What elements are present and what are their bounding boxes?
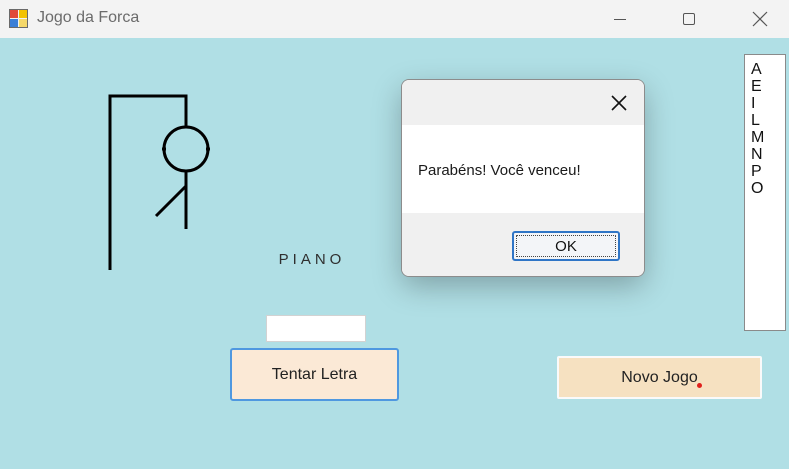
used-letter: P <box>751 163 762 180</box>
ok-button[interactable]: OK <box>512 231 620 261</box>
maximize-icon <box>683 13 695 25</box>
dialog-footer: OK <box>402 213 644 276</box>
used-letter: E <box>751 78 762 95</box>
used-letter: N <box>751 146 763 163</box>
close-icon <box>752 11 768 27</box>
letter-input[interactable] <box>266 315 366 342</box>
mouse-cursor-indicator <box>697 383 702 388</box>
dialog-body: Parabéns! Você venceu! <box>402 125 644 213</box>
maximize-button[interactable] <box>666 0 712 38</box>
hangman-drawing <box>108 94 210 270</box>
close-button[interactable] <box>737 0 783 38</box>
dialog-message: Parabéns! Você venceu! <box>418 162 581 179</box>
dialog-close-button[interactable] <box>604 88 634 118</box>
app-icon <box>9 9 28 28</box>
try-letter-button[interactable]: Tentar Letra <box>230 348 399 401</box>
used-letters-list[interactable]: A E I L M N P O <box>744 54 786 331</box>
used-letter: L <box>751 112 760 129</box>
close-icon <box>611 95 627 111</box>
word-display: PIANO <box>278 251 346 268</box>
victory-dialog: Parabéns! Você venceu! OK <box>401 79 645 277</box>
minimize-button[interactable] <box>597 0 643 38</box>
used-letter: O <box>751 180 764 197</box>
title-bar: Jogo da Forca <box>0 0 789 38</box>
hangman-arm <box>154 184 188 218</box>
minimize-icon <box>614 19 626 20</box>
used-letter: I <box>751 95 756 112</box>
dialog-title-bar <box>402 80 644 125</box>
window-title: Jogo da Forca <box>37 9 140 26</box>
used-letter: M <box>751 129 765 146</box>
used-letter: A <box>751 61 762 78</box>
hangman-head <box>162 125 210 173</box>
new-game-button[interactable]: Novo Jogo <box>557 356 762 399</box>
